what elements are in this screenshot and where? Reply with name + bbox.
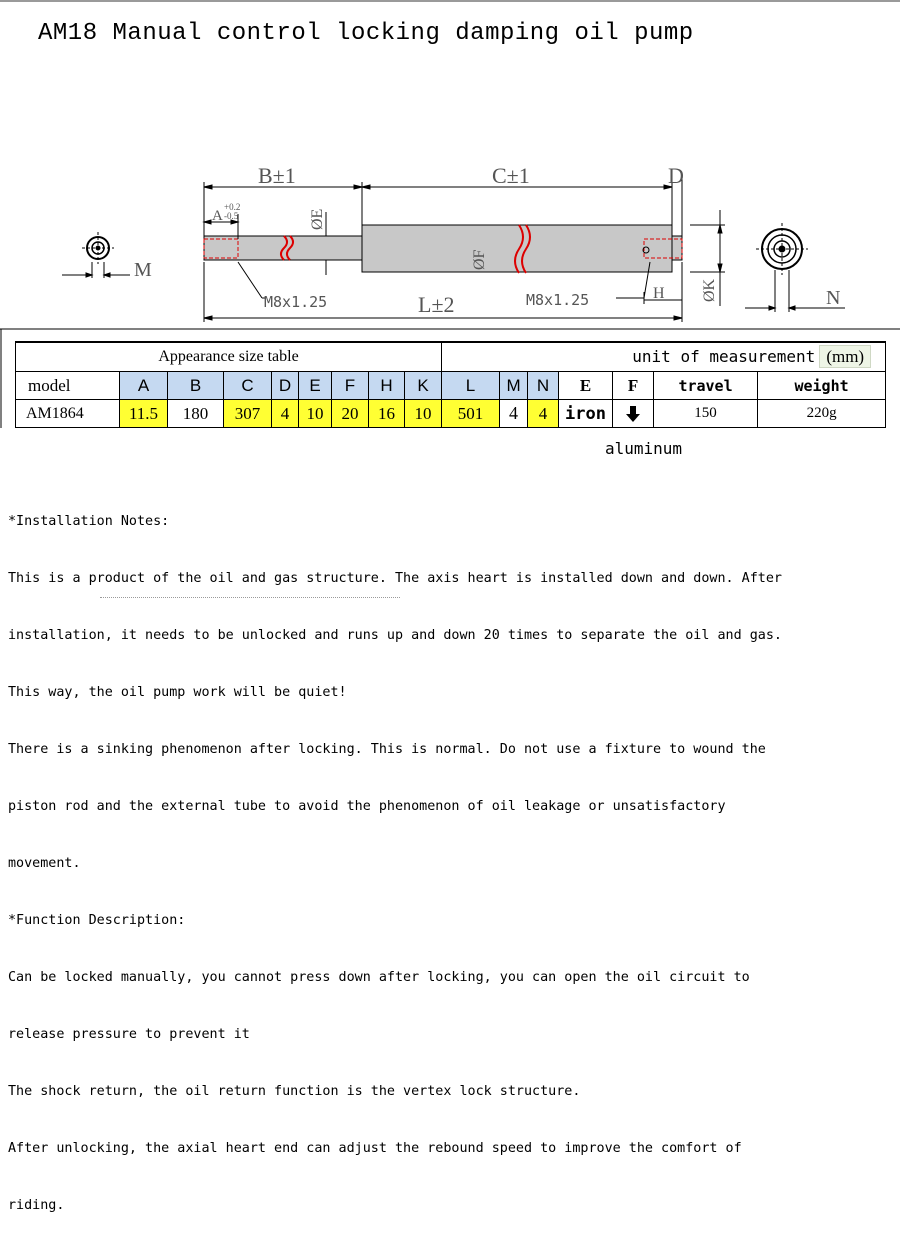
notes-line: *Function Description: bbox=[8, 913, 186, 928]
arrow-down-icon bbox=[626, 405, 641, 422]
notes-line: installation, it needs to be unlocked an… bbox=[8, 628, 782, 643]
top-border bbox=[0, 0, 900, 2]
header-h: H bbox=[368, 371, 405, 400]
cell-l: 501 bbox=[441, 399, 501, 428]
technical-drawing: B±1 C±1 D L±2 M N H A +0.2 -0.5 M8x1.25 … bbox=[62, 163, 845, 322]
cell-e-material: iron bbox=[558, 399, 614, 428]
notes-line: There is a sinking phenomenon after lock… bbox=[8, 742, 766, 757]
dim-n-label: N bbox=[826, 287, 840, 309]
dim-h-label: H bbox=[653, 285, 665, 302]
table-row: AM1864 11.5 180 307 4 10 20 16 10 501 4 … bbox=[15, 399, 887, 428]
cell-h: 16 bbox=[368, 399, 405, 428]
divider bbox=[100, 597, 400, 598]
cell-f-material bbox=[612, 399, 655, 428]
notes-line: The shock return, the oil return functio… bbox=[8, 1084, 581, 1099]
cell-travel: 150 bbox=[653, 399, 759, 428]
unit-value: (mm) bbox=[819, 345, 872, 368]
header-k: K bbox=[403, 371, 443, 400]
header-f-material: F bbox=[612, 371, 655, 400]
header-travel: travel bbox=[653, 371, 759, 400]
notes-line: release pressure to prevent it bbox=[8, 1027, 250, 1042]
material-note: aluminum bbox=[605, 439, 683, 458]
table-caption: Appearance size table bbox=[14, 341, 443, 372]
header-l: L bbox=[441, 371, 501, 400]
header-n: N bbox=[527, 371, 560, 400]
cell-n: 4 bbox=[527, 399, 560, 428]
cell-f: 20 bbox=[331, 399, 369, 428]
header-e: E bbox=[298, 371, 332, 400]
cell-d: 4 bbox=[271, 399, 299, 428]
header-d: D bbox=[271, 371, 299, 400]
dim-k-label: ØK bbox=[701, 278, 718, 302]
header-e-material: E bbox=[558, 371, 614, 400]
thread-right-label: M8x1.25 bbox=[526, 291, 589, 309]
header-weight: weight bbox=[757, 371, 887, 400]
dim-m-label: M bbox=[134, 259, 152, 281]
unit-cell: unit of measurement (mm) bbox=[441, 341, 887, 372]
dim-f-label: ØF bbox=[471, 249, 488, 270]
header-m: M bbox=[499, 371, 529, 400]
header-f: F bbox=[331, 371, 369, 400]
notes-line: After unlocking, the axial heart end can… bbox=[8, 1141, 742, 1156]
cell-k: 10 bbox=[403, 399, 443, 428]
header-c: C bbox=[223, 371, 272, 400]
cell-a: 11.5 bbox=[119, 399, 168, 428]
cell-c: 307 bbox=[223, 399, 272, 428]
dim-b-label: B±1 bbox=[258, 163, 296, 188]
cell-b: 180 bbox=[167, 399, 224, 428]
notes-line: *Installation Notes: bbox=[8, 514, 170, 529]
notes-line: movement. bbox=[8, 856, 81, 871]
header-a: A bbox=[119, 371, 168, 400]
dim-c-label: C±1 bbox=[492, 163, 530, 188]
notes-line: piston rod and the external tube to avoi… bbox=[8, 799, 726, 814]
dim-e-label: ØE bbox=[309, 209, 326, 230]
dim-l-label: L±2 bbox=[418, 292, 455, 317]
header-model: model bbox=[15, 371, 120, 400]
notes-section: *Installation Notes: This is a product o… bbox=[8, 474, 898, 1234]
table-header-row: model A B C D E F H K L M N E F travel w… bbox=[15, 371, 887, 400]
notes-line: This is a product of the oil and gas str… bbox=[8, 571, 782, 586]
dim-d-label: D bbox=[668, 163, 684, 188]
notes-line: riding. bbox=[8, 1198, 65, 1213]
dim-a-label: A bbox=[212, 208, 223, 224]
cell-model: AM1864 bbox=[15, 399, 120, 428]
header-b: B bbox=[167, 371, 224, 400]
notes-line: This way, the oil pump work will be quie… bbox=[8, 685, 347, 700]
cell-weight: 220g bbox=[757, 399, 887, 428]
left-end-view bbox=[62, 232, 130, 278]
notes-line: Can be locked manually, you cannot press… bbox=[8, 970, 750, 985]
unit-label: unit of measurement bbox=[632, 347, 816, 366]
cell-m: 4 bbox=[499, 399, 529, 428]
thread-left-label: M8x1.25 bbox=[264, 293, 327, 311]
damper-body bbox=[203, 224, 683, 274]
table-caption-row: Appearance size table unit of measuremen… bbox=[14, 341, 887, 372]
cell-e: 10 bbox=[298, 399, 332, 428]
size-table: Appearance size table unit of measuremen… bbox=[14, 341, 887, 428]
dim-a-tolerance-lower: -0.5 bbox=[224, 211, 239, 221]
page-title: AM18 Manual control locking damping oil … bbox=[38, 20, 694, 47]
